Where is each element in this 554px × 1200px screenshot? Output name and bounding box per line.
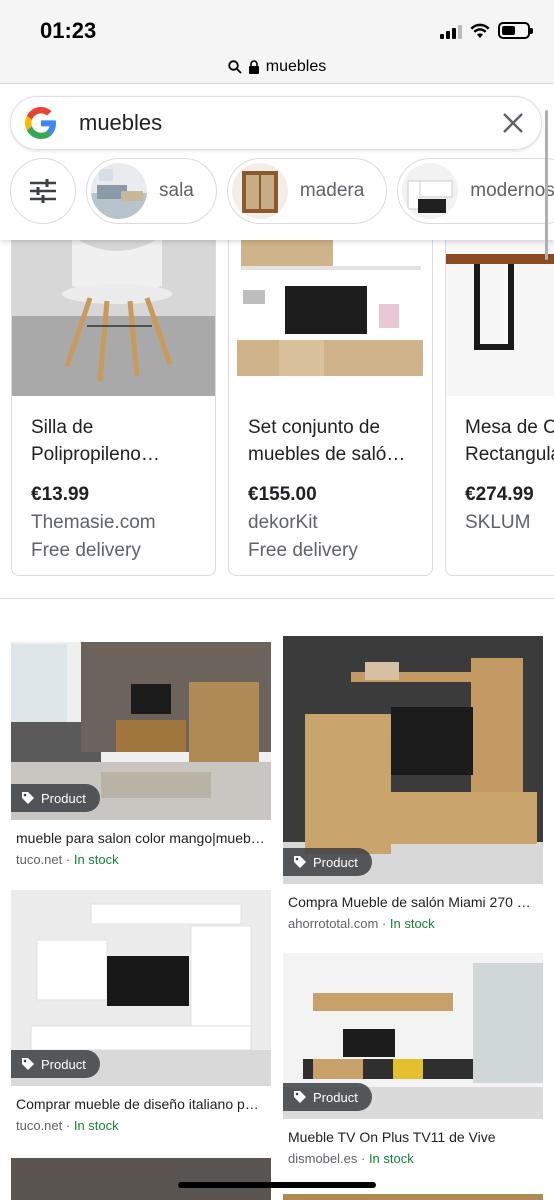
result-image: Product [11,622,271,820]
tag-icon [294,1091,306,1103]
stock-status: In stock [389,916,435,931]
product-badge: Product [11,1050,100,1078]
product-badge: Product [11,784,100,812]
chip-sala[interactable]: sala [86,158,217,224]
chip-label: sala [159,180,194,201]
wifi-icon [470,23,490,38]
product-store: dekorKit [248,512,318,533]
google-logo-icon [25,107,56,139]
tag-icon [294,856,306,868]
product-card[interactable]: Set conjunto de muebles de saló… €155.00… [228,236,433,576]
scrollbar[interactable] [545,110,548,260]
status-bar: 01:23 [0,0,554,50]
result-source: tuco.net [16,1118,63,1133]
chip-label: modernos [470,180,554,201]
url-text: muebles [265,57,327,75]
product-badge: Product [283,1083,372,1111]
search-box[interactable]: muebles [10,96,542,150]
filter-options-button[interactable] [10,158,76,224]
stock-status: In stock [73,852,119,867]
url-bar[interactable]: muebles [0,50,554,84]
result-source: tuco.net [16,852,63,867]
tag-icon [22,1058,34,1070]
result-source: ahorrototal.com [288,916,379,931]
result-meta: tuco.net · In stock [16,1118,119,1133]
stock-status: In stock [73,1118,119,1133]
battery-icon [498,22,533,39]
grid-result[interactable]: Product mueble para salon color mango|mu… [11,622,271,867]
search-header: muebles sala madera modernos [0,84,554,240]
product-image [446,236,554,396]
product-price: €274.99 [465,484,534,505]
lock-icon [248,59,259,74]
product-card[interactable]: Mesa de C Rectangula €274.99 SKLUM [445,236,554,576]
search-icon [228,59,242,74]
product-store: Themasie.com [31,512,156,533]
result-image: Product [283,953,543,1119]
tune-icon [30,179,56,203]
chip-modernos[interactable]: modernos [397,158,554,224]
product-price: €13.99 [31,484,90,505]
status-time: 01:23 [40,18,97,43]
result-meta: ahorrototal.com · In stock [288,916,435,931]
result-source: dismobel.es [288,1151,358,1166]
result-meta: tuco.net · In stock [16,852,119,867]
chip-thumbnail [91,163,147,219]
grid-result-partial[interactable] [283,1194,543,1200]
result-title: Mueble TV On Plus TV11 de Vive [288,1129,496,1145]
result-title: Comprar mueble de diseño italiano p… [16,1096,259,1112]
product-carousel: Silla de Polipropileno… €13.99 Themasie.… [0,236,554,576]
home-indicator[interactable] [178,1182,376,1188]
grid-result[interactable]: Product Mueble TV On Plus TV11 de Vive d… [283,953,543,1166]
chip-thumbnail [231,163,288,219]
product-delivery: Free delivery [31,540,141,561]
grid-result-partial[interactable] [11,1158,271,1200]
grid-result[interactable]: Product Comprar mueble de diseño italian… [11,890,271,1133]
signal-icon [440,23,462,39]
product-store: SKLUM [465,512,531,533]
result-meta: dismobel.es · In stock [288,1151,414,1166]
filter-chips: sala madera modernos [10,158,554,224]
tag-icon [22,792,34,804]
grid-result[interactable]: Product Compra Mueble de salón Miami 270… [283,622,543,931]
product-image [229,236,432,396]
search-input[interactable]: muebles [79,110,499,136]
clear-icon[interactable] [499,109,527,137]
product-delivery: Free delivery [248,540,358,561]
stock-status: In stock [368,1151,414,1166]
product-price: €155.00 [248,484,317,505]
status-icons [440,22,533,39]
result-title: mueble para salon color mango|mueb… [16,830,265,846]
chip-label: madera [299,180,365,201]
result-image: Product [283,622,543,884]
product-title: Set conjunto de muebles de saló… [248,417,406,465]
result-image: Product [11,890,271,1086]
product-title: Mesa de C Rectangula [465,417,554,465]
product-title: Silla de Polipropileno… [31,417,160,465]
result-title: Compra Mueble de salón Miami 270 … [288,894,531,910]
product-card[interactable]: Silla de Polipropileno… €13.99 Themasie.… [11,236,216,576]
section-divider [0,598,554,599]
product-image [12,236,215,396]
chip-thumbnail [402,163,459,219]
chip-madera[interactable]: madera [226,158,388,224]
product-badge: Product [283,848,372,876]
